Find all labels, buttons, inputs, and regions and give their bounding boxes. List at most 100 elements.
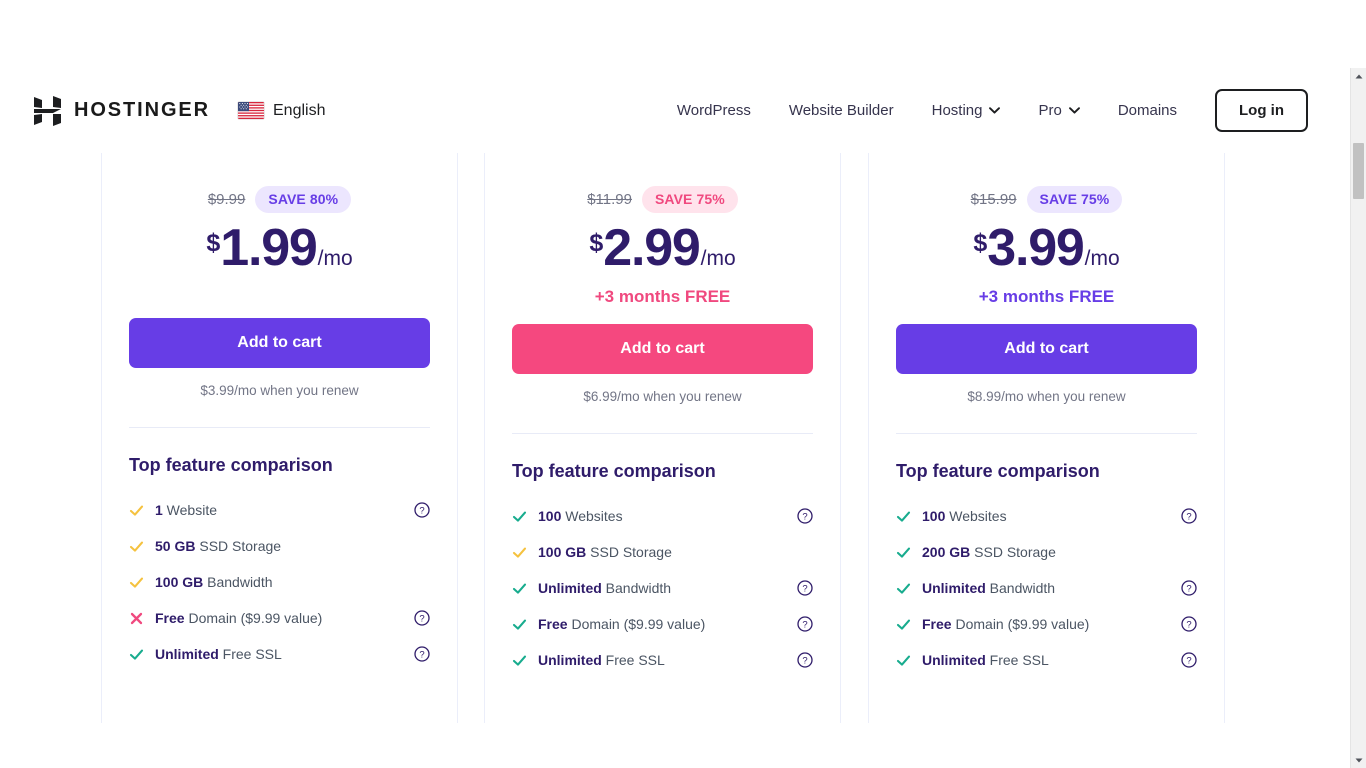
hostinger-h-logo-icon: [34, 95, 61, 126]
caret-down-icon: [1355, 758, 1362, 762]
help-icon[interactable]: ?: [797, 616, 813, 632]
help-icon[interactable]: ?: [1181, 652, 1197, 668]
language-label: English: [273, 101, 326, 119]
feature-item: 100 Websites ?: [896, 498, 1197, 534]
card-divider: [896, 433, 1197, 434]
help-icon[interactable]: ?: [1181, 580, 1197, 596]
add-to-cart-button[interactable]: Add to cart: [512, 324, 813, 374]
svg-text:?: ?: [802, 656, 807, 667]
cta-wrap: Add to cart: [129, 318, 430, 368]
features-list: 100 Websites ? 100 GB SSD Storage Unlimi…: [512, 498, 813, 678]
scroll-down-button[interactable]: [1351, 752, 1366, 768]
add-to-cart-button[interactable]: Add to cart: [129, 318, 430, 368]
vertical-scrollbar[interactable]: [1350, 68, 1366, 768]
help-icon[interactable]: ?: [1181, 508, 1197, 524]
check-icon: [896, 655, 911, 666]
feature-item: Free Domain ($9.99 value) ?: [512, 606, 813, 642]
svg-text:?: ?: [802, 584, 807, 595]
add-to-cart-button[interactable]: Add to cart: [896, 324, 1197, 374]
login-button[interactable]: Log in: [1215, 89, 1308, 132]
us-flag-icon: [238, 102, 264, 119]
nav-item-website-builder[interactable]: Website Builder: [770, 102, 913, 119]
save-badge: SAVE 75%: [641, 186, 738, 213]
nav-item-wordpress[interactable]: WordPress: [658, 102, 770, 119]
help-icon[interactable]: ?: [797, 508, 813, 524]
feature-label: 50 GB SSD Storage: [155, 538, 282, 554]
pricing-plans: $9.99 SAVE 80% $ 1.99 /mo Add to cart $3…: [0, 153, 1350, 723]
feature-label: 100 GB Bandwidth: [155, 574, 273, 590]
feature-label: Unlimited Free SSL: [538, 652, 665, 668]
renewal-note: $6.99/mo when you renew: [583, 389, 742, 404]
nav-item-pro[interactable]: Pro: [1019, 102, 1098, 119]
check-icon: [512, 511, 527, 522]
features-title: Top feature comparison: [896, 461, 1100, 481]
feature-item: 100 Websites ?: [512, 498, 813, 534]
feature-label: Free Domain ($9.99 value): [538, 616, 706, 632]
cta-wrap: Add to cart: [512, 324, 813, 374]
check-icon: [512, 583, 527, 594]
old-price: $11.99: [587, 191, 632, 208]
feature-label: Free Domain ($9.99 value): [922, 616, 1090, 632]
feature-item: Free Domain ($9.99 value) ?: [129, 600, 430, 636]
feature-label: 100 Websites: [922, 508, 1007, 524]
check-icon: [896, 511, 911, 522]
free-months-note: +3 months FREE: [978, 287, 1115, 306]
feature-item: 100 GB Bandwidth: [129, 564, 430, 600]
renewal-note: $3.99/mo when you renew: [200, 383, 359, 398]
price-period: /mo: [317, 247, 353, 270]
brand-logo[interactable]: HOSTINGER: [34, 95, 210, 126]
language-selector[interactable]: English: [238, 102, 325, 120]
svg-text:?: ?: [802, 620, 807, 631]
feature-item: 200 GB SSD Storage: [896, 534, 1197, 570]
feature-label: Unlimited Free SSL: [922, 652, 1049, 668]
feature-item: Free Domain ($9.99 value) ?: [896, 606, 1197, 642]
check-icon: [129, 649, 144, 660]
feature-label: Unlimited Bandwidth: [538, 580, 672, 596]
current-price: $ 1.99 /mo: [129, 222, 430, 274]
scroll-up-button[interactable]: [1351, 68, 1366, 84]
check-icon: [512, 547, 527, 558]
svg-text:?: ?: [1186, 584, 1191, 595]
help-icon[interactable]: ?: [414, 502, 430, 518]
feature-item: 100 GB SSD Storage: [512, 534, 813, 570]
check-icon: [129, 505, 144, 516]
feature-label: Unlimited Free SSL: [155, 646, 282, 662]
old-price: $9.99: [207, 191, 246, 208]
help-icon[interactable]: ?: [797, 652, 813, 668]
feature-item: Unlimited Bandwidth ?: [512, 570, 813, 606]
svg-text:?: ?: [419, 614, 424, 625]
price-period: /mo: [700, 247, 736, 270]
caret-up-icon: [1355, 74, 1362, 78]
svg-text:?: ?: [1186, 512, 1191, 523]
svg-text:?: ?: [419, 650, 424, 661]
nav-label: Hosting: [931, 102, 983, 119]
card-divider: [512, 433, 813, 434]
scrollbar-thumb[interactable]: [1353, 143, 1364, 199]
nav-item-hosting[interactable]: Hosting: [913, 102, 1020, 119]
svg-text:?: ?: [419, 506, 424, 517]
svg-text:?: ?: [802, 512, 807, 523]
free-months-note: +3 months FREE: [594, 287, 731, 306]
feature-label: 200 GB SSD Storage: [922, 544, 1056, 560]
help-icon[interactable]: ?: [797, 580, 813, 596]
feature-label: 1 Website: [155, 502, 218, 518]
viewport-top-blank: [0, 0, 1366, 68]
help-icon[interactable]: ?: [1181, 616, 1197, 632]
features-list: 100 Websites ? 200 GB SSD Storage Unlimi…: [896, 498, 1197, 678]
help-icon[interactable]: ?: [414, 646, 430, 662]
feature-item: Unlimited Bandwidth ?: [896, 570, 1197, 606]
old-price: $15.99: [970, 191, 1017, 208]
plan-card: $9.99 SAVE 80% $ 1.99 /mo Add to cart $3…: [101, 153, 458, 723]
brand-wordmark: HOSTINGER: [74, 99, 210, 121]
price-period: /mo: [1084, 247, 1120, 270]
currency-symbol: $: [206, 229, 221, 257]
nav-label: WordPress: [676, 102, 751, 119]
nav-item-domains[interactable]: Domains: [1099, 102, 1196, 119]
chevron-down-icon: [1068, 107, 1080, 114]
card-divider: [129, 427, 430, 428]
feature-label: 100 Websites: [538, 508, 623, 524]
feature-label: Unlimited Bandwidth: [922, 580, 1056, 596]
help-icon[interactable]: ?: [414, 610, 430, 626]
current-price: $ 3.99 /mo: [896, 222, 1197, 274]
current-price: $ 2.99 /mo: [512, 222, 813, 274]
